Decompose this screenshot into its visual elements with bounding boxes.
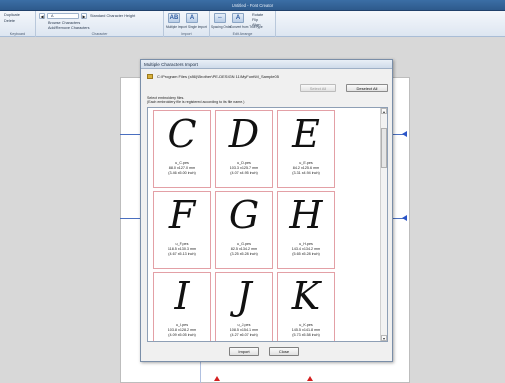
multiple-import-button[interactable]: Multiple Import bbox=[166, 25, 187, 29]
tile-size-inch: (4.67 x5.13 inch) bbox=[168, 252, 196, 256]
align-button[interactable]: Align bbox=[252, 23, 260, 27]
spacing-order-button[interactable]: Spacing Order bbox=[211, 25, 232, 29]
file-tile[interactable]: D u_D.pes 103.3 x125.7 mm (4.07 x4.95 in… bbox=[215, 110, 273, 188]
ribbon-group-import: AB A Multiple Import Single Import Impor… bbox=[164, 11, 210, 37]
single-import-icon[interactable]: A bbox=[186, 13, 198, 23]
ribbon-group-edit: ⇔ A Spacing Order Convert from TrueType … bbox=[210, 11, 276, 37]
glyph-preview: C bbox=[167, 112, 197, 156]
spacing-icon[interactable]: ⇔ bbox=[214, 13, 226, 23]
scroll-thumb[interactable] bbox=[381, 128, 387, 168]
bottom-guide-marker-icon[interactable] bbox=[402, 215, 407, 221]
tile-filename: u_G.pes bbox=[237, 242, 251, 246]
window-title: Untitled - Font Creator bbox=[231, 3, 274, 8]
folder-icon[interactable] bbox=[147, 74, 153, 79]
tile-size-mm: 143.4 x134.2 mm bbox=[291, 247, 321, 251]
tile-filename: u_K.pes bbox=[299, 323, 313, 327]
file-tile[interactable]: E u_E.pes 84.2 x125.6 mm (3.31 x4.94 inc… bbox=[277, 110, 335, 188]
import-button[interactable]: Import bbox=[229, 347, 259, 356]
tile-filename: u_I.pes bbox=[175, 323, 189, 327]
glyph-preview: D bbox=[228, 112, 260, 156]
file-tile[interactable]: G u_G.pes 82.5 x134.2 mm (3.25 x5.28 inc… bbox=[215, 191, 273, 269]
tile-size-mm: 103.8 x128.2 mm bbox=[167, 328, 197, 332]
tile-size-mm: 118.5 x130.3 mm bbox=[167, 247, 197, 251]
instruction-line-2: (Each embroidery file is registered acco… bbox=[147, 100, 245, 105]
instruction-text: Select embroidery files. (Each embroider… bbox=[147, 96, 244, 105]
browse-characters-button[interactable]: Browse Characters bbox=[48, 21, 80, 25]
tile-size-inch: (3.25 x5.28 inch) bbox=[230, 252, 258, 256]
delete-button[interactable]: Delete bbox=[4, 19, 15, 23]
select-all-button[interactable]: Select All bbox=[300, 84, 336, 92]
tile-size-mm: 88.0 x127.0 mm bbox=[168, 166, 196, 170]
file-list-scrollbar[interactable]: ▴ ▾ bbox=[380, 108, 387, 341]
tile-size-inch: (3.31 x4.94 inch) bbox=[292, 171, 320, 175]
tile-size-inch: (3.46 x5.00 inch) bbox=[168, 171, 196, 175]
tile-size-inch: (5.73 x5.58 inch) bbox=[292, 333, 320, 337]
title-bar: Untitled - Font Creator bbox=[0, 0, 505, 11]
ribbon-group-label: Edit Arrange bbox=[232, 32, 253, 36]
tile-size-inch: (4.07 x4.95 inch) bbox=[230, 171, 258, 175]
rotate-button[interactable]: Rotate bbox=[252, 13, 263, 17]
tile-size-inch: (4.27 x6.07 inch) bbox=[230, 333, 258, 337]
scroll-down-icon[interactable]: ▾ bbox=[381, 335, 387, 341]
next-char-button[interactable]: ▶ bbox=[81, 13, 87, 19]
scroll-up-icon[interactable]: ▴ bbox=[381, 108, 387, 114]
glyph-preview: E bbox=[292, 112, 320, 156]
add-remove-characters-button[interactable]: Add/Remove Characters bbox=[48, 26, 90, 30]
glyph-preview: F bbox=[168, 193, 196, 237]
tile-size-inch: (5.65 x5.28 inch) bbox=[292, 252, 320, 256]
tile-size-mm: 84.2 x125.6 mm bbox=[292, 166, 320, 170]
file-tile[interactable]: K u_K.pes 145.5 x141.8 mm (5.73 x5.58 in… bbox=[277, 272, 335, 341]
ribbon-group-label: Character bbox=[91, 32, 108, 36]
deselect-all-button[interactable]: Deselect All bbox=[346, 84, 388, 92]
tile-size-mm: 103.3 x125.7 mm bbox=[229, 166, 259, 170]
left-marker-icon[interactable] bbox=[214, 376, 220, 381]
tile-filename: u_D.pes bbox=[237, 161, 251, 165]
file-tile[interactable]: C u_C.pes 88.0 x127.0 mm (3.46 x5.00 inc… bbox=[153, 110, 211, 188]
glyph-preview: G bbox=[228, 193, 260, 237]
tile-size-mm: 82.5 x134.2 mm bbox=[230, 247, 258, 251]
multiple-import-icon[interactable]: AB bbox=[168, 13, 180, 23]
file-tile[interactable]: F u_F.pes 118.5 x130.3 mm (4.67 x5.13 in… bbox=[153, 191, 211, 269]
standard-height-button[interactable]: Standard Character Height bbox=[90, 14, 135, 18]
tile-size-mm: 145.5 x141.8 mm bbox=[291, 328, 321, 332]
glyph-preview: I bbox=[174, 274, 190, 318]
file-list[interactable]: ▴ ▾ C u_C.pes 88.0 x127.0 mm (3.46 x5.00… bbox=[147, 107, 388, 342]
flip-button[interactable]: Flip bbox=[252, 18, 258, 22]
char-select-value: A bbox=[51, 14, 54, 18]
file-tile[interactable]: J u_J.pes 108.5 x154.1 mm (4.27 x6.07 in… bbox=[215, 272, 273, 341]
tile-filename: u_F.pes bbox=[175, 242, 189, 246]
glyph-preview: H bbox=[289, 193, 323, 237]
close-button[interactable]: Close bbox=[269, 347, 299, 356]
right-marker-icon[interactable] bbox=[307, 376, 313, 381]
tile-filename: u_J.pes bbox=[237, 323, 251, 327]
char-select[interactable]: A bbox=[47, 13, 79, 19]
tile-filename: u_H.pes bbox=[299, 242, 313, 246]
ribbon-group-label: Keyboard bbox=[9, 32, 26, 36]
file-tile[interactable]: H u_H.pes 143.4 x134.2 mm (5.65 x5.28 in… bbox=[277, 191, 335, 269]
glyph-preview: J bbox=[236, 274, 252, 318]
convert-icon[interactable]: A bbox=[232, 13, 244, 23]
ribbon: Duplicate Delete Keyboard ◀ A ▶ Standard… bbox=[0, 11, 505, 37]
tile-filename: u_C.pes bbox=[175, 161, 189, 165]
top-guide-marker-icon[interactable] bbox=[402, 131, 407, 137]
ribbon-group-label: Import bbox=[181, 32, 192, 36]
ribbon-group-character: ◀ A ▶ Standard Character Height Browse C… bbox=[36, 11, 164, 37]
dialog-title: Multiple Characters Import bbox=[141, 60, 392, 69]
single-import-button[interactable]: Single Import bbox=[188, 25, 207, 29]
glyph-preview: K bbox=[291, 274, 321, 318]
tile-filename: u_E.pes bbox=[299, 161, 313, 165]
prev-char-button[interactable]: ◀ bbox=[39, 13, 45, 19]
ribbon-group-keyboard: Duplicate Delete Keyboard bbox=[0, 11, 36, 37]
folder-path: C:\Program Files (x86)\Brother\PE-DESIGN… bbox=[157, 74, 279, 79]
multiple-import-dialog: Multiple Characters Import C:\Program Fi… bbox=[140, 59, 393, 362]
duplicate-button[interactable]: Duplicate bbox=[4, 13, 20, 17]
file-tile[interactable]: I u_I.pes 103.8 x128.2 mm (4.09 x5.05 in… bbox=[153, 272, 211, 341]
tile-size-inch: (4.09 x5.05 inch) bbox=[168, 333, 196, 337]
tile-size-mm: 108.5 x154.1 mm bbox=[229, 328, 259, 332]
